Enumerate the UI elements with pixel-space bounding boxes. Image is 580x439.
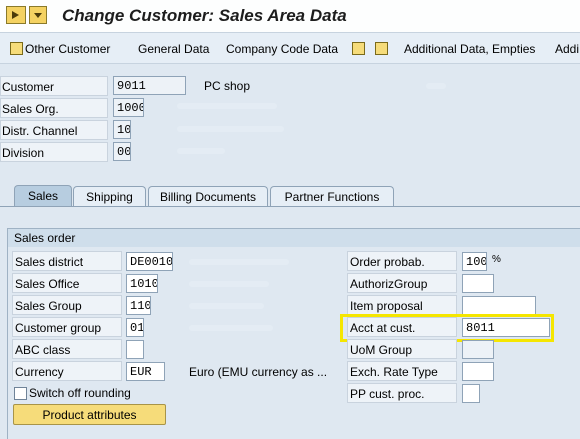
additional-data-button[interactable]: Addi xyxy=(555,42,579,56)
tab-sales[interactable]: Sales xyxy=(14,185,72,207)
acct-at-cust-highlight xyxy=(340,314,554,342)
switch-off-rounding-label: Switch off rounding xyxy=(29,386,131,400)
application-toolbar: Other Customer General Data Company Code… xyxy=(0,33,580,64)
currency-label: Currency xyxy=(12,361,122,381)
sales-group-label: Sales Group xyxy=(12,295,122,315)
tab-strip-line xyxy=(0,206,580,207)
customer-name: PC shop xyxy=(204,79,251,93)
redacted-text xyxy=(177,103,277,109)
sales-office-field[interactable]: 1010 xyxy=(126,274,158,293)
sales-district-field[interactable]: DE0010 xyxy=(126,252,173,271)
customer-label: Customer xyxy=(0,76,108,96)
sales-district-label: Sales district xyxy=(12,251,122,271)
redacted-text xyxy=(189,325,273,331)
pp-cust-proc-field[interactable] xyxy=(462,384,480,403)
switch-off-rounding-checkbox[interactable] xyxy=(14,387,27,400)
pp-cust-proc-label: PP cust. proc. xyxy=(347,383,457,403)
other-customer-button[interactable]: Other Customer xyxy=(25,42,110,56)
division-label: Division xyxy=(0,142,108,162)
customer-group-field[interactable]: 01 xyxy=(126,318,144,337)
general-data-button[interactable]: General Data xyxy=(138,42,209,56)
exch-rate-type-label: Exch. Rate Type xyxy=(347,361,457,381)
division-field[interactable]: 00 xyxy=(113,142,131,161)
currency-description: Euro (EMU currency as ... xyxy=(189,365,328,379)
customer-group-label: Customer group xyxy=(12,317,122,337)
uom-group-label: UoM Group xyxy=(347,339,457,359)
redacted-text xyxy=(426,83,446,89)
tab-partner-functions[interactable]: Partner Functions xyxy=(270,186,394,206)
sales-group-field[interactable]: 110 xyxy=(126,296,151,315)
abc-class-label: ABC class xyxy=(12,339,122,359)
window-title: Change Customer: Sales Area Data xyxy=(62,6,347,25)
additional-data-empties-button[interactable]: Additional Data, Empties xyxy=(404,42,535,56)
menu-dropdown-icon[interactable] xyxy=(29,6,47,24)
item-proposal-label: Item proposal xyxy=(347,295,457,315)
abc-class-field[interactable] xyxy=(126,340,144,359)
redacted-text xyxy=(189,281,269,287)
order-probab-label: Order probab. xyxy=(347,251,457,271)
authoriz-group-field[interactable] xyxy=(462,274,494,293)
order-probab-field[interactable]: 100 xyxy=(462,252,487,271)
redacted-text xyxy=(189,303,264,309)
tab-billing-documents[interactable]: Billing Documents xyxy=(148,186,268,206)
item-proposal-field[interactable] xyxy=(462,296,536,315)
distr-channel-label: Distr. Channel xyxy=(0,120,108,140)
sales-office-label: Sales Office xyxy=(12,273,122,293)
sales-org-field[interactable]: 1000 xyxy=(113,98,144,117)
tab-shipping[interactable]: Shipping xyxy=(73,186,146,206)
currency-field[interactable]: EUR xyxy=(126,362,165,381)
redacted-text xyxy=(177,148,225,154)
authoriz-group-label: AuthorizGroup xyxy=(347,273,457,293)
uom-group-field[interactable] xyxy=(462,340,494,359)
document-icon[interactable] xyxy=(352,42,365,55)
redacted-text xyxy=(177,126,284,132)
edit-document-icon[interactable] xyxy=(375,42,388,55)
percent-unit: % xyxy=(492,254,501,265)
sales-order-group-title: Sales order xyxy=(8,229,580,247)
product-attributes-button[interactable]: Product attributes xyxy=(13,404,166,425)
redacted-text xyxy=(189,259,289,265)
title-bar: Change Customer: Sales Area Data xyxy=(0,0,580,33)
exch-rate-type-field[interactable] xyxy=(462,362,494,381)
sales-org-label: Sales Org. xyxy=(0,98,108,118)
menu-icon[interactable] xyxy=(6,6,26,24)
other-customer-icon xyxy=(10,42,23,55)
distr-channel-field[interactable]: 10 xyxy=(113,120,131,139)
customer-field[interactable]: 9011 xyxy=(113,76,186,95)
company-code-data-button[interactable]: Company Code Data xyxy=(226,42,338,56)
